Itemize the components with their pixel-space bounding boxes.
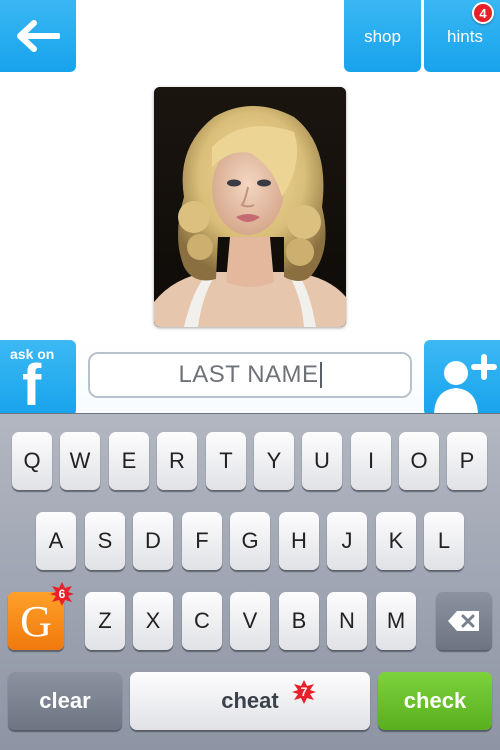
keyboard: Q W E R T Y U I O P A S D F G H J K L G … <box>0 413 500 750</box>
key-d[interactable]: D <box>133 512 173 570</box>
key-r[interactable]: R <box>157 432 197 490</box>
add-friend-button[interactable] <box>424 340 500 416</box>
shop-button[interactable]: shop <box>344 0 421 72</box>
clear-button[interactable]: clear <box>8 672 122 730</box>
game-screen: shop hints 4 ask on f LAST NAME <box>0 0 500 416</box>
key-n[interactable]: N <box>327 592 367 650</box>
key-m[interactable]: M <box>376 592 416 650</box>
key-b[interactable]: B <box>279 592 319 650</box>
key-j[interactable]: J <box>327 512 367 570</box>
backspace-key[interactable] <box>436 592 492 650</box>
check-label: check <box>403 688 467 713</box>
hints-count-badge: 4 <box>472 2 494 24</box>
google-hint-button[interactable]: G 6 <box>8 582 74 650</box>
key-o[interactable]: O <box>399 432 439 490</box>
key-x[interactable]: X <box>133 592 173 650</box>
add-person-icon <box>434 354 497 416</box>
hints-label: hints <box>447 27 483 46</box>
key-k[interactable]: K <box>376 512 416 570</box>
key-h[interactable]: H <box>279 512 319 570</box>
celebrity-photo <box>154 87 346 327</box>
hints-button[interactable]: hints 4 <box>424 0 500 72</box>
key-y[interactable]: Y <box>254 432 294 490</box>
ask-facebook-button[interactable]: ask on f <box>0 340 76 416</box>
key-a[interactable]: A <box>36 512 76 570</box>
portrait-image <box>154 87 346 327</box>
cheat-count-badge: 7 <box>292 680 316 704</box>
clear-label: clear <box>39 688 91 713</box>
key-w[interactable]: W <box>60 432 100 490</box>
google-g-icon: G <box>20 596 52 646</box>
shop-label: shop <box>364 27 401 46</box>
key-q[interactable]: Q <box>12 432 52 490</box>
back-button[interactable] <box>0 0 76 72</box>
key-p[interactable]: P <box>447 432 487 490</box>
key-l[interactable]: L <box>424 512 464 570</box>
check-button[interactable]: check <box>378 672 492 730</box>
key-g[interactable]: G <box>230 512 270 570</box>
key-c[interactable]: C <box>182 592 222 650</box>
key-s[interactable]: S <box>85 512 125 570</box>
key-u[interactable]: U <box>302 432 342 490</box>
backspace-icon <box>448 611 479 631</box>
key-t[interactable]: T <box>206 432 246 490</box>
key-f[interactable]: F <box>182 512 222 570</box>
key-v[interactable]: V <box>230 592 270 650</box>
key-i[interactable]: I <box>351 432 391 490</box>
key-z[interactable]: Z <box>85 592 125 650</box>
svg-text:7: 7 <box>301 685 308 699</box>
answer-text: LAST NAME <box>178 361 319 388</box>
facebook-icon: f <box>22 353 42 416</box>
cheat-button[interactable]: cheat 7 <box>130 672 370 730</box>
svg-text:6: 6 <box>59 587 66 601</box>
cheat-label: cheat <box>221 688 279 713</box>
google-count-badge: 6 <box>50 582 74 606</box>
text-caret <box>319 362 322 388</box>
arrow-left-icon <box>17 20 60 52</box>
answer-input[interactable]: LAST NAME <box>88 352 412 398</box>
key-e[interactable]: E <box>109 432 149 490</box>
